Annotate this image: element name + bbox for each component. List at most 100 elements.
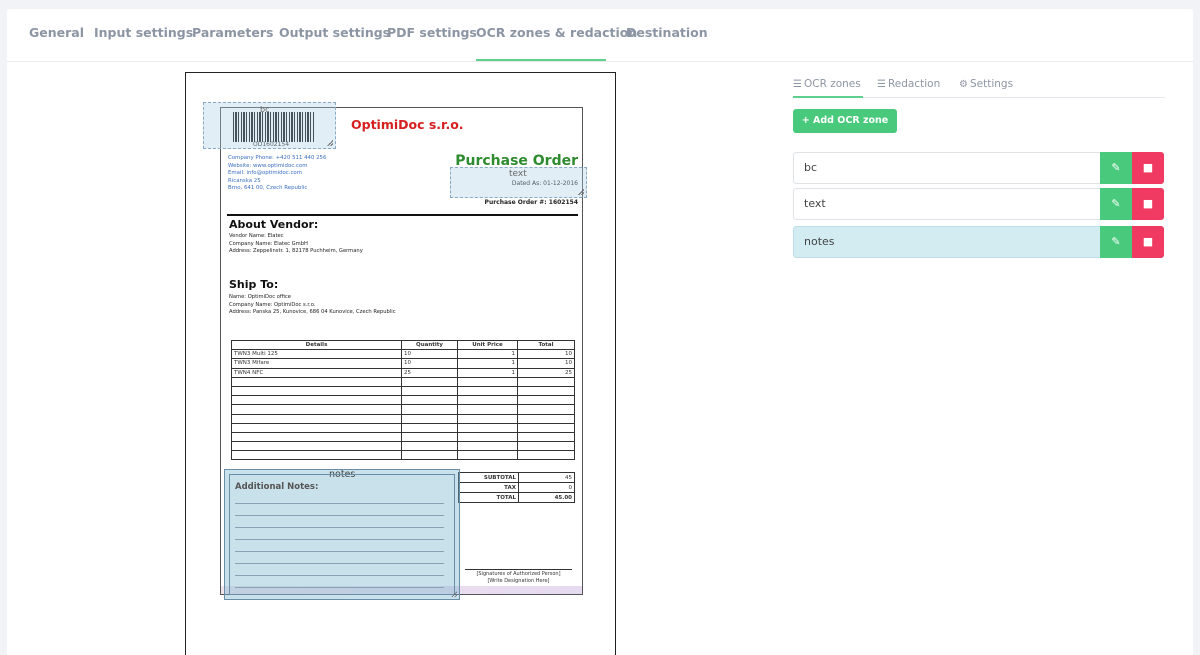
notes-line xyxy=(235,515,444,516)
active-tab-indicator xyxy=(476,59,606,61)
summary-label: SUBTOTAL xyxy=(458,472,519,483)
po-number: Purchase Order #: 1602154 xyxy=(484,199,578,206)
table-cell: 10 xyxy=(517,349,575,360)
table-row xyxy=(231,395,575,406)
vendor-line: Company Name: Elatec GmbH xyxy=(229,240,308,247)
summary-label: TAX xyxy=(458,482,519,493)
delete-zone-button[interactable]: ■ xyxy=(1132,188,1164,220)
tab-destination[interactable]: Destination xyxy=(626,25,708,40)
vendor-details: Vendor Name: Elatec Company Name: Elatec… xyxy=(229,233,363,256)
column-header: Unit Price xyxy=(457,339,518,351)
notes-line xyxy=(235,563,444,564)
edit-icon: ✎ xyxy=(1111,235,1121,248)
subtab-label: OCR zones xyxy=(803,78,861,90)
delete-zone-button[interactable]: ■ xyxy=(1132,226,1164,258)
table-row: TWN3 Multi 125 10 1 10 xyxy=(231,349,575,360)
list-icon: ☰ xyxy=(793,79,802,90)
table-cell: 1 xyxy=(457,367,518,378)
notes-line xyxy=(235,587,444,588)
ship-details: Name: OptimiDoc office Company Name: Opt… xyxy=(229,294,396,317)
zone-list-name: notes xyxy=(804,235,835,248)
notes-line xyxy=(235,527,444,528)
designation-text: [Write Designation Here] xyxy=(487,578,550,584)
table-cell: TWN4 NFC xyxy=(231,367,402,378)
table-cell: 25 xyxy=(401,367,458,378)
header-divider xyxy=(227,214,578,216)
summary-value: 45 xyxy=(518,472,575,483)
tab-general[interactable]: General xyxy=(29,25,84,40)
tab-input-settings[interactable]: Input settings xyxy=(94,25,193,40)
notes-line xyxy=(235,575,444,576)
company-contact: Company Phone: +420 511 440 256 Website:… xyxy=(228,155,326,193)
items-table: Details Quantity Unit Price Total TWN3 M… xyxy=(231,339,575,461)
notes-line xyxy=(235,551,444,552)
notes-box: Additional Notes: xyxy=(229,474,455,595)
notes-line xyxy=(235,539,444,540)
subtab-label: Redaction xyxy=(887,78,941,90)
signature-block: [Signatures of Authorized Person] [Write… xyxy=(465,571,572,585)
contact-line: Email: info@optimidoc.com xyxy=(228,170,302,176)
tab-ocr-zones-redaction[interactable]: OCR zones & redaction xyxy=(476,25,637,40)
active-subtab-indicator xyxy=(793,96,863,98)
vendor-line: Address: Zeppelinstr. 1, 82178 Puchheim,… xyxy=(229,248,363,254)
ocr-zone-notes[interactable]: notes Additional Notes: xyxy=(224,469,460,600)
resize-handle[interactable] xyxy=(578,189,584,195)
delete-zone-button[interactable]: ■ xyxy=(1132,152,1164,184)
table-row xyxy=(231,413,575,424)
vendor-line: Vendor Name: Elatec xyxy=(229,233,284,239)
tab-bar: General Input settings Parameters Output… xyxy=(7,9,1193,62)
ship-line: Address: Panska 25, Kunovice, 686 04 Kun… xyxy=(229,309,396,315)
table-cell: 25 xyxy=(517,367,575,378)
summary-table: SUBTOTAL 45 TAX 0 TOTAL 45.00 xyxy=(458,472,575,503)
edit-zone-button[interactable]: ✎ xyxy=(1100,226,1132,258)
ship-heading: Ship To: xyxy=(229,278,279,291)
table-row xyxy=(231,450,575,461)
zone-list-name: bc xyxy=(804,161,818,174)
summary-value: 0 xyxy=(518,482,575,493)
contact-line: Ricanska 25 xyxy=(228,177,261,184)
tab-output-settings[interactable]: Output settings xyxy=(279,25,390,40)
list-icon: ☰ xyxy=(877,79,886,90)
contact-line: Company Phone: +420 511 440 256 xyxy=(228,155,327,161)
ocr-zone-text[interactable]: text xyxy=(450,167,587,198)
document-preview: OD1602154 OptimiDoc s.r.o. Company Phone… xyxy=(185,72,616,655)
table-cell: 10 xyxy=(517,358,575,369)
company-name: OptimiDoc s.r.o. xyxy=(351,117,464,132)
subtab-ocr-zones[interactable]: ☰ OCR zones xyxy=(793,78,861,90)
gear-icon: ⚙ xyxy=(959,79,968,90)
resize-handle[interactable] xyxy=(451,591,457,597)
resize-handle[interactable] xyxy=(327,140,333,146)
subtab-label: Settings xyxy=(969,78,1014,90)
trash-icon: ■ xyxy=(1142,197,1154,210)
add-ocr-zone-button[interactable]: + Add OCR zone xyxy=(793,109,897,133)
zone-label-text: text xyxy=(509,169,527,179)
edit-icon: ✎ xyxy=(1111,197,1121,210)
tab-parameters[interactable]: Parameters xyxy=(192,25,273,40)
ship-line: Company Name: OptimiDoc s.r.o. xyxy=(229,301,316,308)
trash-icon: ■ xyxy=(1142,161,1154,174)
subtab-redaction[interactable]: ☰ Redaction xyxy=(877,78,940,90)
table-row xyxy=(231,385,575,397)
summary-row: TAX 0 xyxy=(458,482,575,493)
column-header: Quantity xyxy=(401,339,458,351)
table-row xyxy=(231,376,575,387)
summary-value: 45.00 xyxy=(518,492,575,503)
table-row xyxy=(231,404,575,415)
ocr-subtab-bar: ☰ OCR zones ☰ Redaction ⚙ Settings xyxy=(793,76,1165,98)
table-row: TWN3 Mifare 10 1 10 xyxy=(231,358,575,369)
tab-pdf-settings[interactable]: PDF settings xyxy=(387,25,477,40)
column-header: Details xyxy=(231,339,402,351)
ocr-zone-bc[interactable]: bc xyxy=(203,102,336,149)
column-header: Total xyxy=(517,339,575,351)
table-row: TWN4 NFC 25 1 25 xyxy=(231,367,575,378)
signature-line xyxy=(465,569,572,570)
edit-zone-button[interactable]: ✎ xyxy=(1100,152,1132,184)
zone-list-item-bc[interactable]: bc ✎ ■ xyxy=(793,152,1164,184)
zone-list-item-text[interactable]: text ✎ ■ xyxy=(793,188,1164,220)
vendor-heading: About Vendor: xyxy=(229,218,319,231)
subtab-settings[interactable]: ⚙ Settings xyxy=(959,78,1013,90)
signature-text: [Signatures of Authorized Person] xyxy=(476,571,561,577)
table-cell: 10 xyxy=(401,349,458,360)
zone-list-item-notes[interactable]: notes ✎ ■ xyxy=(793,226,1164,258)
edit-zone-button[interactable]: ✎ xyxy=(1100,188,1132,220)
